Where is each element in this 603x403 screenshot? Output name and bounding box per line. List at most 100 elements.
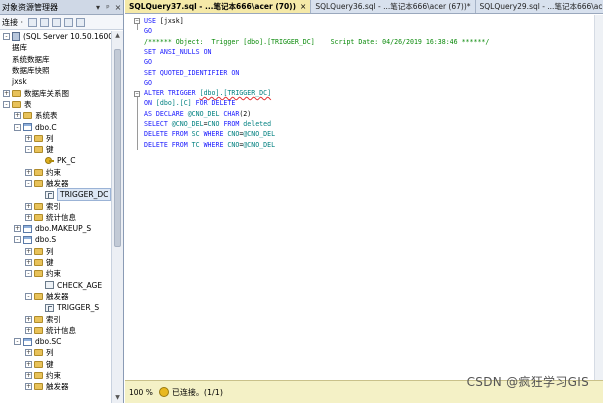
tree-node[interactable]: 系统数据库 xyxy=(0,54,111,65)
collapse-icon[interactable]: - xyxy=(3,33,10,41)
code-line: DELETE FROM SC WHERE CNO=@CNO_DEL xyxy=(144,129,275,140)
disconnect-icon[interactable] xyxy=(40,17,50,27)
tree-node[interactable]: CHECK_AGE xyxy=(0,280,111,291)
tree-node[interactable]: -键 xyxy=(0,144,111,155)
object-explorer-scrollbar[interactable]: ▲ ▼ xyxy=(111,31,123,403)
code-token: SET xyxy=(144,47,160,56)
collapse-icon[interactable]: - xyxy=(3,100,10,108)
tree-node[interactable]: + 约束 xyxy=(0,167,111,178)
document-tab[interactable]: SQLQuery37.sql - ...笔记本666\acer (70)) × xyxy=(125,0,312,13)
tree-node[interactable]: + 系统表 xyxy=(0,110,111,121)
expand-icon[interactable]: + xyxy=(25,349,32,357)
expand-icon[interactable]: + xyxy=(25,202,32,210)
expand-icon[interactable]: + xyxy=(25,383,32,391)
tree-node[interactable]: + 键 xyxy=(0,257,111,268)
close-tab-icon[interactable]: × xyxy=(300,2,306,11)
code-line: SELECT @CNO_DEL=CNO FROM deleted xyxy=(144,119,271,130)
tree-node[interactable]: - 约束 xyxy=(0,268,111,279)
folder-icon xyxy=(34,168,43,176)
tree-node[interactable]: + 统计信息 xyxy=(0,325,111,336)
expand-icon[interactable]: + xyxy=(14,225,21,233)
fold-toggle-icon[interactable]: − xyxy=(134,18,140,24)
collapse-icon[interactable]: - xyxy=(25,270,32,278)
document-tab[interactable]: SQLQuery36.sql - ...笔记本666\acer (67))* xyxy=(311,0,476,13)
pin-icon[interactable]: ᵖ xyxy=(103,3,113,12)
table-icon xyxy=(23,224,32,233)
folder-icon xyxy=(34,360,43,368)
tree-node[interactable]: - (SQL Server 10.50.1600 - 笔记本6 xyxy=(0,31,111,42)
tree-node[interactable]: + 统计信息 xyxy=(0,212,111,223)
collapse-icon[interactable]: - xyxy=(14,123,21,131)
tree-node[interactable]: + 索引 xyxy=(0,313,111,324)
code-line: ALTER TRIGGER [dbo].[TRIGGER_DC] xyxy=(144,88,271,99)
tree-node[interactable]: + 列 xyxy=(0,347,111,358)
object-explorer-title: 对象资源管理器 xyxy=(2,2,58,12)
expand-icon[interactable]: + xyxy=(25,360,32,368)
tree-node[interactable]: + 索引 xyxy=(0,200,111,211)
zoom-level[interactable]: 100 % xyxy=(129,388,153,397)
tree-node[interactable]: TRIGGER_DC xyxy=(0,188,111,202)
tree-node[interactable]: + 列 xyxy=(0,246,111,257)
tree-node-label: dbo.C xyxy=(35,122,57,132)
server-icon xyxy=(12,32,20,42)
expand-icon[interactable]: + xyxy=(25,247,32,255)
expand-icon[interactable]: + xyxy=(25,259,32,267)
tree-node[interactable]: + 触发器 xyxy=(0,381,111,392)
status-message: 已连接。(1/1) xyxy=(171,387,223,397)
document-tab[interactable]: SQLQuery29.sql - ...笔记本666\acer (76)) xyxy=(475,0,603,13)
close-icon[interactable]: × xyxy=(113,3,123,12)
tree-node[interactable]: TRIGGER_S xyxy=(0,302,111,313)
collapse-icon[interactable]: - xyxy=(25,180,32,187)
expand-icon[interactable]: + xyxy=(14,112,21,120)
expand-icon[interactable]: + xyxy=(25,315,32,323)
tree-node-label: 触发器 xyxy=(46,291,69,301)
code-token: [dbo].[TRIGGER_DC] xyxy=(199,89,272,98)
folder-icon xyxy=(23,112,32,120)
expand-icon[interactable]: + xyxy=(25,134,32,142)
expand-icon[interactable]: + xyxy=(25,168,32,176)
tree-node[interactable]: - dbo.SC xyxy=(0,336,111,347)
expand-icon[interactable]: + xyxy=(25,372,32,380)
tree-node[interactable]: - 触发器 xyxy=(0,291,111,302)
code-token: [jxsk] xyxy=(159,17,184,25)
fold-toggle-icon[interactable]: − xyxy=(134,91,140,97)
stop-icon[interactable] xyxy=(52,17,62,27)
tree-node[interactable]: - dbo.S xyxy=(0,234,111,245)
expand-icon[interactable]: + xyxy=(25,326,32,334)
collapse-icon[interactable]: - xyxy=(14,236,21,244)
query-editor[interactable]: − − USE [jxsk] GO/****** Object: Trigger … xyxy=(125,15,594,380)
tree-node[interactable]: 数据库快照 xyxy=(0,65,111,76)
expand-icon[interactable]: + xyxy=(3,89,10,97)
tree-node[interactable]: PK_C xyxy=(0,155,111,166)
scroll-down-icon[interactable]: ▼ xyxy=(112,393,123,403)
folder-icon xyxy=(34,315,43,323)
scroll-up-icon[interactable]: ▲ xyxy=(112,31,123,41)
collapse-icon[interactable]: - xyxy=(25,292,32,300)
watermark: CSDN @疯狂学习GIS xyxy=(466,375,589,389)
dropdown-icon[interactable]: ▾ xyxy=(93,3,103,12)
tree-node[interactable]: -表 xyxy=(0,99,111,110)
connect-icon[interactable] xyxy=(28,17,38,27)
collapse-icon[interactable]: - xyxy=(25,146,32,154)
tree-node[interactable]: 据库 xyxy=(0,42,111,53)
tree-node[interactable]: + 约束 xyxy=(0,370,111,381)
tree-node[interactable]: jxsk xyxy=(0,76,111,87)
tree-node[interactable]: + 键 xyxy=(0,359,111,370)
folder-icon xyxy=(34,383,43,391)
filter-icon[interactable] xyxy=(64,17,74,27)
tree-node[interactable]: + dbo.MAKEUP_S xyxy=(0,223,111,234)
scrollbar-thumb[interactable] xyxy=(114,49,121,247)
tree-node[interactable]: + 数据库关系图 xyxy=(0,87,111,98)
tab-label: SQLQuery29.sql - ...笔记本666\acer (76)) xyxy=(479,2,603,11)
connect-button[interactable]: 连接 · xyxy=(2,17,23,28)
refresh-icon[interactable] xyxy=(76,17,86,27)
collapse-icon[interactable]: - xyxy=(14,338,21,346)
tree-node-label: jxsk xyxy=(12,77,27,87)
code-token: ALTER xyxy=(144,89,168,98)
expand-icon[interactable]: + xyxy=(25,213,32,221)
tree-node-label: 系统数据库 xyxy=(12,54,50,64)
editor-vertical-scrollbar[interactable] xyxy=(594,15,603,380)
tree-node[interactable]: + 列 xyxy=(0,133,111,144)
tree-node[interactable]: - dbo.C xyxy=(0,121,111,132)
